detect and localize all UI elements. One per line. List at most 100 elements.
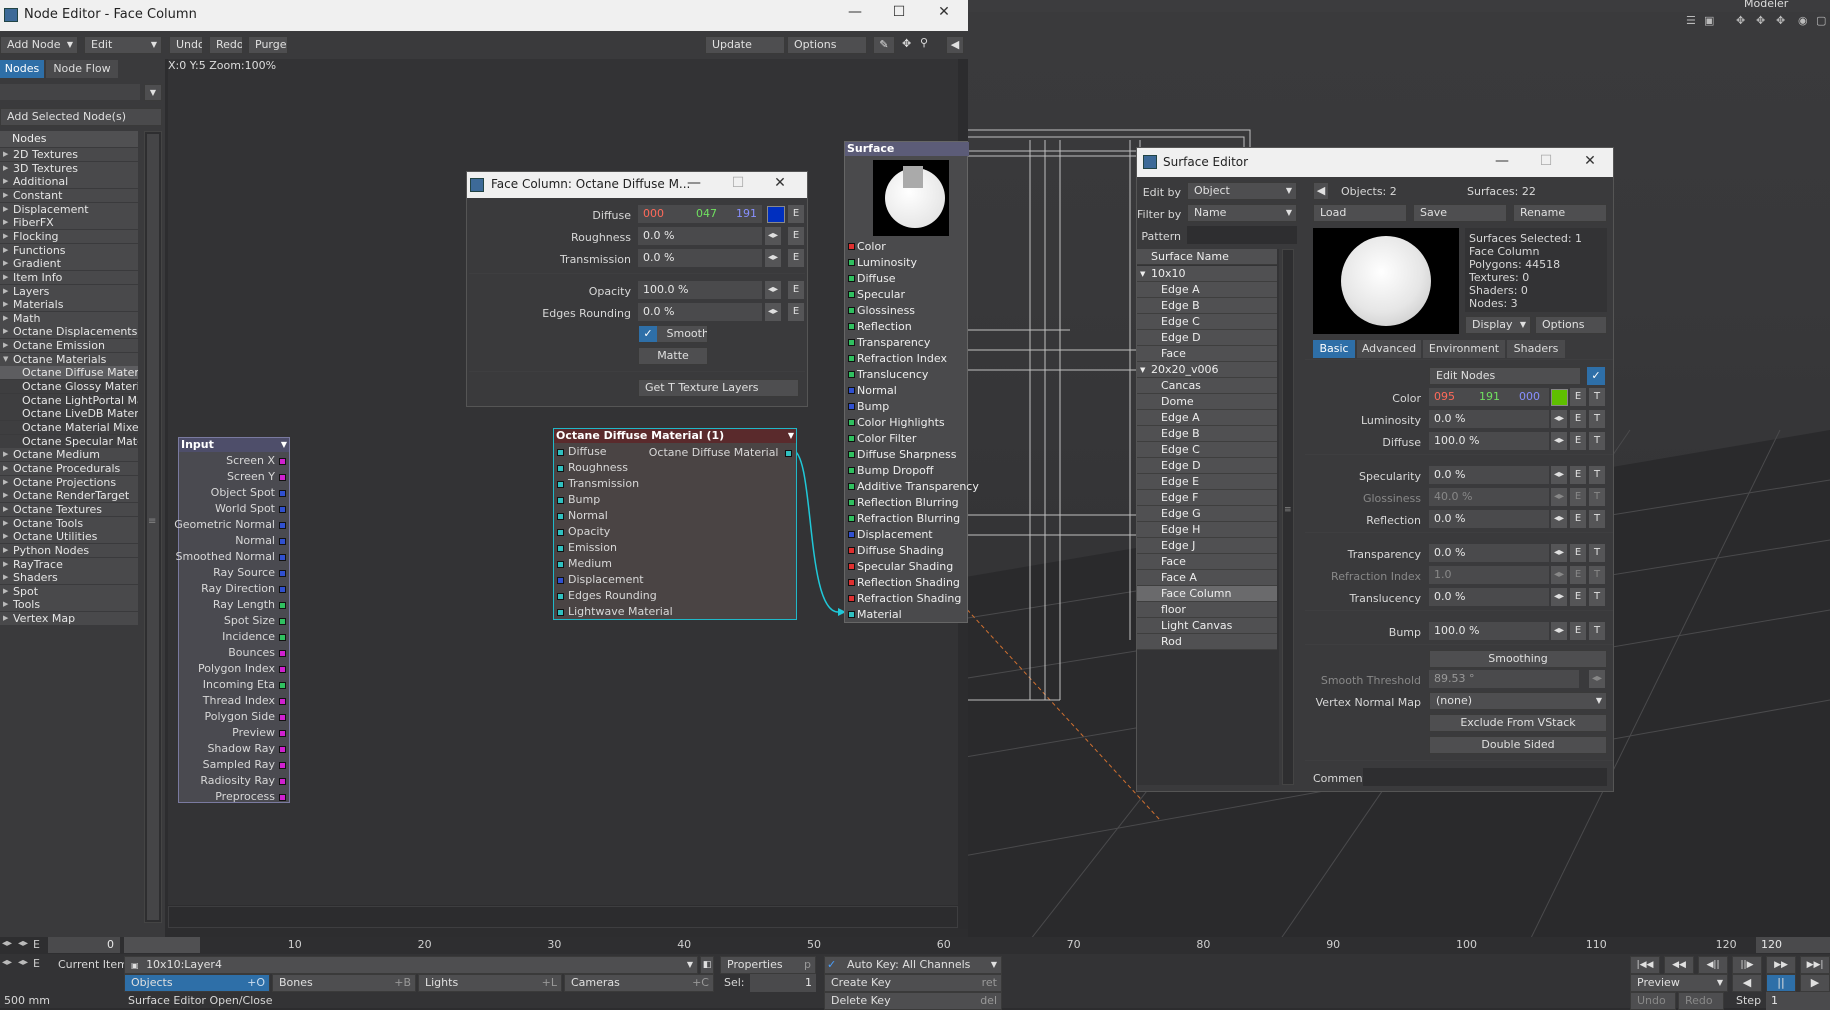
reflection-envelope-button[interactable]: E xyxy=(1570,510,1586,528)
color-texture-button[interactable]: T xyxy=(1589,388,1605,406)
surface-list-item[interactable]: Edge D xyxy=(1137,458,1277,474)
edit-nodes-checkbox[interactable]: ✓ xyxy=(1587,367,1605,385)
input-node[interactable]: Input ▼ Screen X Screen Y Object Spot World… xyxy=(174,437,290,803)
node-category[interactable]: ▶ Octane RenderTarget xyxy=(0,489,138,503)
input-port[interactable] xyxy=(557,608,564,616)
input-port[interactable] xyxy=(848,387,855,394)
input-output-row[interactable]: Normal xyxy=(235,533,286,549)
surface-list-item[interactable]: Dome xyxy=(1137,394,1277,410)
surface-node-title[interactable]: Surface xyxy=(845,142,969,156)
timeline-envelope[interactable]: E xyxy=(33,938,40,951)
input-port[interactable] xyxy=(848,307,855,314)
output-port[interactable] xyxy=(279,665,286,673)
output-port[interactable] xyxy=(279,537,286,545)
reflection-texture-button[interactable]: T xyxy=(1589,510,1605,528)
search-icon[interactable]: ⚲ xyxy=(920,36,928,49)
cameras-button[interactable]: Cameras +C xyxy=(564,974,714,992)
node-editor-titlebar[interactable]: Node Editor - Face Column — ☐ ✕ xyxy=(0,0,968,31)
octane-input-row[interactable]: Transmission xyxy=(557,476,639,492)
filter-by-dropdown[interactable]: Name ▼ xyxy=(1187,204,1297,222)
surface-input-row[interactable]: Specular xyxy=(845,287,965,303)
opacity-field[interactable]: 100.0 % xyxy=(638,281,762,299)
start-frame-field[interactable]: 0 xyxy=(48,937,120,953)
luminosity-texture-button[interactable]: T xyxy=(1589,410,1605,428)
diffuse-color-swatch[interactable] xyxy=(767,206,785,223)
surface-list-item[interactable]: Edge C xyxy=(1137,314,1277,330)
input-port[interactable] xyxy=(848,547,855,554)
input-port[interactable] xyxy=(848,323,855,330)
diffuse-r-field[interactable]: 000 xyxy=(638,205,668,223)
octane-input-row[interactable]: Lightwave Material xyxy=(557,604,673,620)
node-category[interactable]: ▶ Vertex Map xyxy=(0,612,138,626)
objects-button[interactable]: Objects +O xyxy=(124,974,270,992)
node-category[interactable]: ▶ Octane Projections xyxy=(0,475,138,489)
octane-input-row[interactable]: Emission xyxy=(557,540,617,556)
list-icon[interactable]: ☰ xyxy=(1686,14,1696,27)
input-output-row[interactable]: Incoming Eta xyxy=(203,677,286,693)
key-nav-icon-4[interactable]: ◂▸ xyxy=(18,957,28,968)
step-field[interactable]: 1 xyxy=(1766,992,1830,1010)
output-port[interactable] xyxy=(279,489,286,497)
node-category[interactable]: ▶ Tools xyxy=(0,598,138,612)
surface-list-item[interactable]: Rod xyxy=(1137,634,1277,650)
prev-frame-button[interactable]: ◀|| xyxy=(1698,956,1728,974)
exclude-vstack-toggle[interactable]: Exclude From VStack xyxy=(1429,714,1607,732)
input-output-row[interactable]: Ray Source xyxy=(213,565,286,581)
edges-rounding-slider[interactable]: ◂▸ xyxy=(765,303,781,321)
surface-list-item[interactable]: Face A xyxy=(1137,570,1277,586)
input-output-row[interactable]: Sampled Ray xyxy=(203,757,286,773)
load-button[interactable]: Load xyxy=(1313,204,1407,222)
update-button[interactable]: Update xyxy=(705,36,785,54)
matte-button[interactable]: Matte xyxy=(638,347,708,365)
item-panel-toggle[interactable]: ◧ xyxy=(700,956,714,974)
surface-input-row[interactable]: Diffuse xyxy=(845,271,965,287)
surface-input-row[interactable]: Refraction Index xyxy=(845,351,965,367)
minimize-icon[interactable]: — xyxy=(1487,153,1517,169)
input-output-row[interactable]: Screen X xyxy=(226,453,286,469)
glossiness-field[interactable]: 40.0 % xyxy=(1429,488,1549,506)
close-icon[interactable]: ✕ xyxy=(1575,153,1605,169)
pan-icon[interactable]: ✥ xyxy=(902,37,911,50)
timeline-ruler[interactable]: ◂▸ ◂▸ E 0 0102030405060708090100110120 1… xyxy=(0,937,1830,954)
minimize-icon[interactable]: — xyxy=(840,4,870,20)
smoothing-toggle[interactable]: Smoothing xyxy=(1429,650,1607,668)
close-icon[interactable]: ✕ xyxy=(765,175,795,191)
bump-field[interactable]: 100.0 % xyxy=(1429,622,1549,640)
glossiness-texture-button[interactable]: T xyxy=(1589,488,1605,506)
surface-list-item[interactable]: Light Canvas xyxy=(1137,618,1277,634)
node-category[interactable]: ▼ Octane Materials xyxy=(0,352,138,366)
rotate-icon[interactable]: ✥ xyxy=(1756,14,1765,27)
reflection-field[interactable]: 0.0 % xyxy=(1429,510,1549,528)
input-output-row[interactable]: Incidence xyxy=(222,629,286,645)
modeler-label[interactable]: Modeler xyxy=(1744,0,1788,10)
input-output-row[interactable]: Ray Length xyxy=(213,597,286,613)
input-output-row[interactable]: Radiosity Ray xyxy=(200,773,286,789)
surface-preview[interactable] xyxy=(1313,228,1459,334)
input-output-row[interactable]: Ray Direction xyxy=(201,581,286,597)
opacity-slider[interactable]: ◂▸ xyxy=(765,281,781,299)
output-port[interactable] xyxy=(279,697,286,705)
surface-input-row[interactable]: Material xyxy=(845,607,965,623)
get-texture-layers-button[interactable]: Get T Texture Layers xyxy=(638,379,799,397)
timeline-playhead[interactable] xyxy=(124,937,200,953)
lights-button[interactable]: Lights +L xyxy=(418,974,562,992)
input-port[interactable] xyxy=(557,464,564,472)
node-category[interactable]: ▶ Gradient xyxy=(0,257,138,271)
octane-input-row[interactable]: Edges Rounding xyxy=(557,588,657,604)
surface-input-row[interactable]: Reflection Shading xyxy=(845,575,965,591)
surface-node[interactable]: Surface Color Luminosity Diffuse Specular Gl… xyxy=(844,141,979,623)
octane-diffuse-node[interactable]: Octane Diffuse Material (1) ▼ Octane Dif… xyxy=(553,428,797,620)
redo-button[interactable]: Redo xyxy=(209,36,243,54)
refraction-slider[interactable]: ◂▸ xyxy=(1551,566,1567,584)
output-port[interactable] xyxy=(279,713,286,721)
input-output-row[interactable]: Screen Y xyxy=(227,469,286,485)
node-category[interactable]: ▶ Octane Procedurals xyxy=(0,461,138,475)
collapse-panel-button[interactable]: ◀ xyxy=(946,36,964,54)
octane-input-row[interactable]: Medium xyxy=(557,556,612,572)
node-category[interactable]: ▶ Octane Displacements xyxy=(0,325,138,339)
output-port[interactable] xyxy=(279,505,286,513)
output-port[interactable] xyxy=(279,649,286,657)
surface-input-row[interactable]: Luminosity xyxy=(845,255,965,271)
input-port[interactable] xyxy=(557,592,564,600)
output-port[interactable] xyxy=(279,729,286,737)
